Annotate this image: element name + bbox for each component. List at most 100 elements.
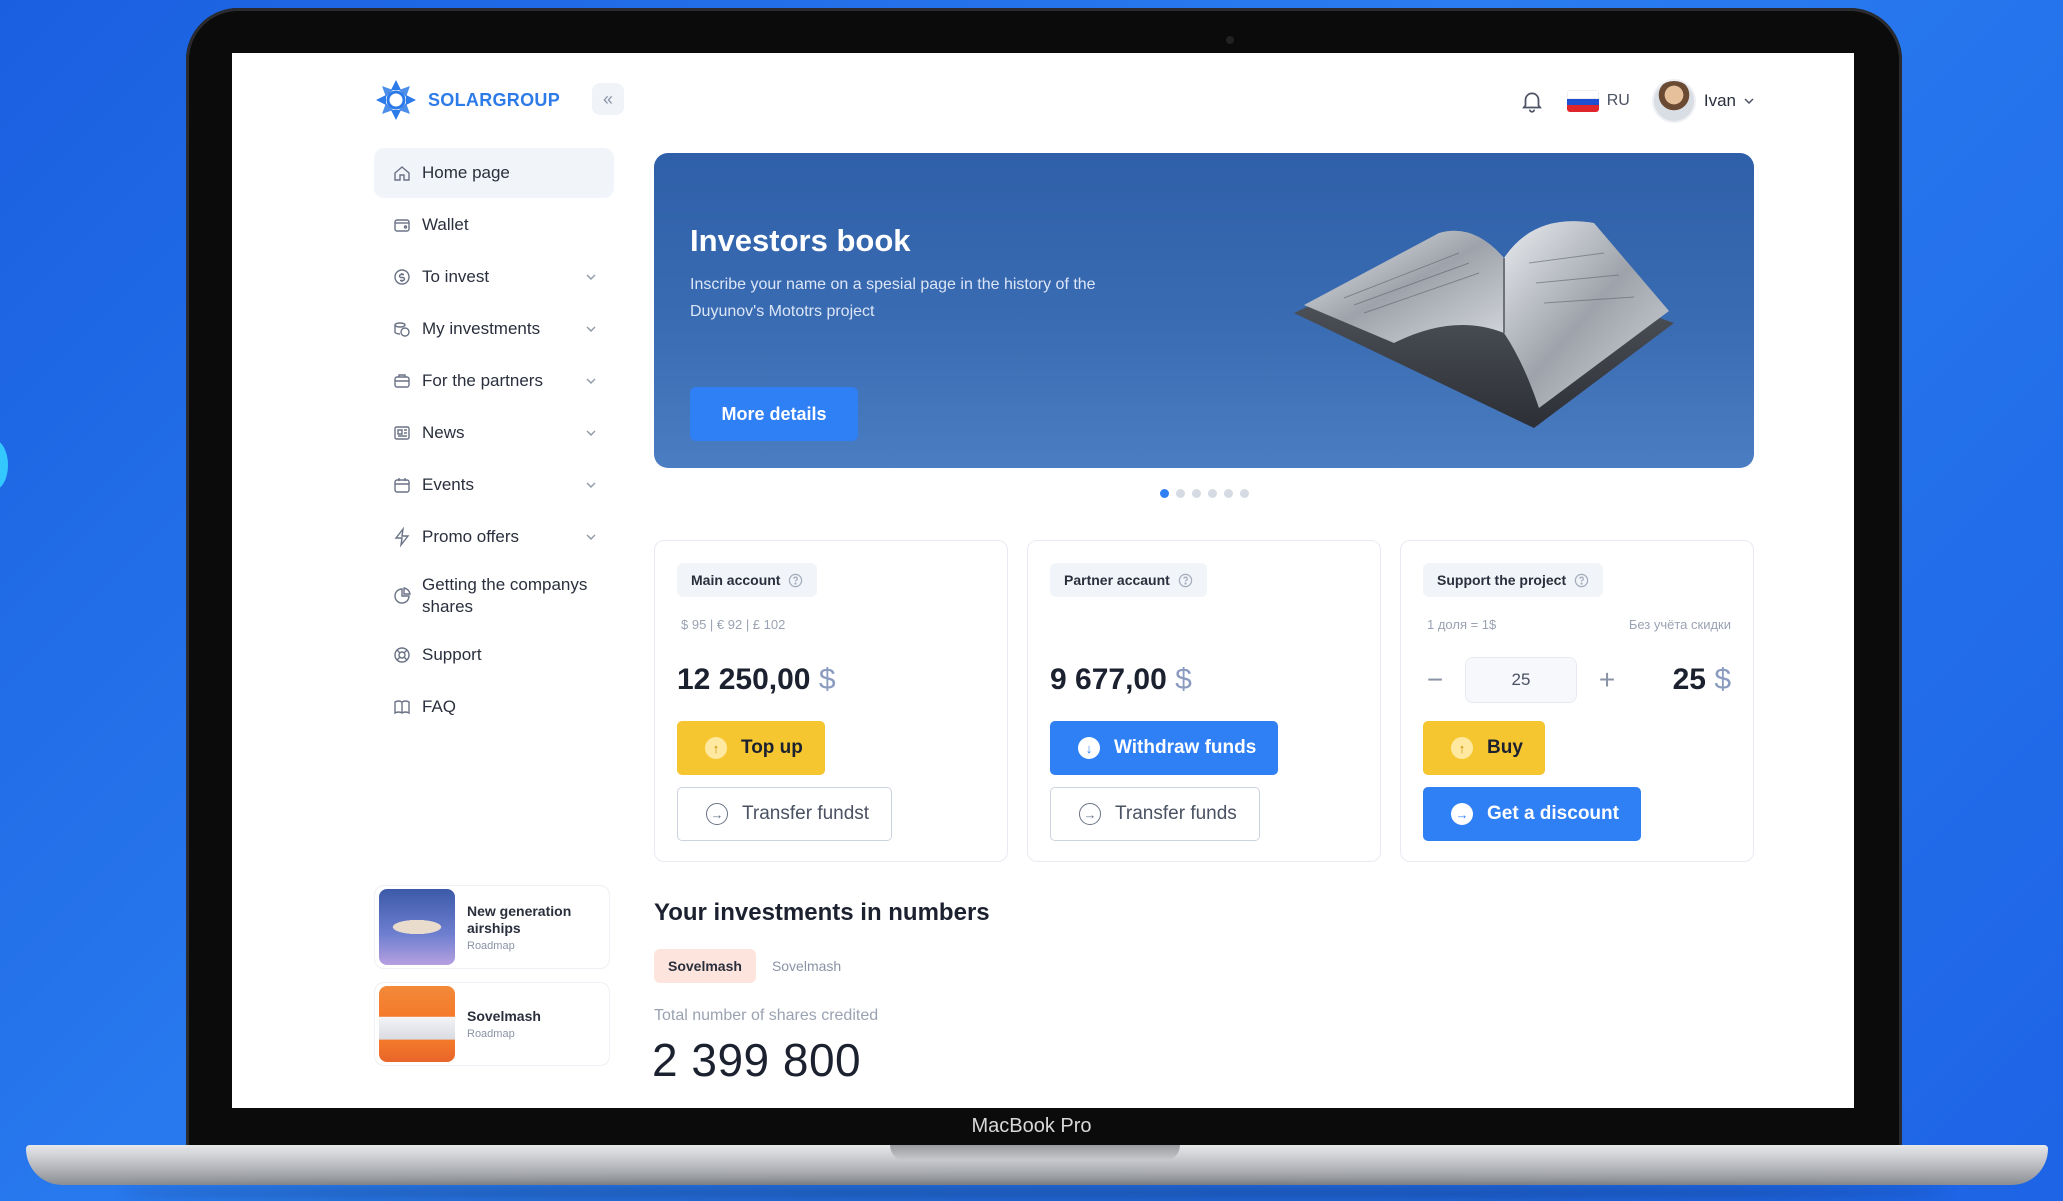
banner-text: Inscribe your name on a spesial page in … [690,276,1096,320]
carousel-dot[interactable] [1240,489,1249,498]
brand-logo[interactable]: SOLARGROUP [374,78,560,122]
sidebar-item-label: Getting the companys shares [422,575,588,616]
collapse-sidebar-button[interactable]: « [592,83,624,115]
carousel-dot[interactable] [1208,489,1217,498]
card-title: Support the project [1437,572,1567,588]
quantity-stepper: − + [1423,657,1619,703]
brand-name: SOLARGROUP [428,89,561,110]
bell-icon[interactable] [1519,88,1545,114]
buy-button[interactable]: ↑ Buy [1423,721,1545,775]
calendar-icon [394,478,410,493]
double-chevron-left-icon: « [602,88,613,109]
main-account-card: Main account $ 95 | € 92 | £ 102 12 250,… [654,540,1008,862]
currency-symbol: $ [1714,663,1731,696]
transfer-funds-button[interactable]: → Transfer funds [1050,787,1260,841]
sidebar-item-label: FAQ [422,697,457,716]
project-title: New generation airships [467,902,572,936]
wallet-icon [394,219,410,232]
arrow-right-icon: → [1451,803,1473,825]
button-label: Get a discount [1487,803,1619,824]
project-card-airships[interactable]: New generation airships Roadmap [374,885,610,969]
main-balance: 12 250,00 $ [677,663,836,697]
carousel-dots [1160,489,1249,498]
project-subtitle: Roadmap [467,939,515,952]
increment-button[interactable]: + [1595,664,1619,696]
chevron-down-icon [586,378,596,384]
sidebar-item-wallet[interactable]: Wallet [374,200,614,250]
sidebar-item-to-invest[interactable]: To invest [374,252,614,302]
device-label: MacBook Pro [971,1115,1092,1137]
project-card-sovelmash[interactable]: Sovelmash Roadmap [374,982,610,1066]
card-title-chip: Support the project [1423,563,1604,597]
transfer-funds-button[interactable]: → Transfer fundst [677,787,893,841]
sun-logo-icon [376,80,416,120]
sidebar-item-getting-the-companys-shares[interactable]: Getting the companys shares [374,564,614,628]
sidebar-item-faq[interactable]: FAQ [374,682,614,732]
chevron-down-icon [586,430,596,436]
question-icon[interactable] [1574,573,1589,588]
top-up-button[interactable]: ↑ Top up [677,721,825,775]
arrow-up-icon: ↑ [705,737,727,759]
coins-stack-icon [394,322,410,337]
get-discount-button[interactable]: → Get a discount [1423,787,1641,841]
total-value: 25 [1672,663,1706,696]
card-title: Main account [691,572,781,588]
carousel-dot[interactable] [1192,489,1201,498]
card-title-chip: Main account [677,563,818,597]
currency-symbol: $ [818,663,836,696]
decrement-button[interactable]: − [1423,664,1447,696]
discount-note: Без учёта скидки [1628,617,1731,632]
arrow-right-icon: → [1079,803,1101,825]
factory-image [379,986,455,1062]
promo-banner: Investors book Inscribe your name on a s… [654,153,1754,468]
sidebar-nav: Home page Wallet To invest My investments Fo… [374,148,614,734]
chevron-down-icon [586,326,596,332]
sidebar-item-news[interactable]: News [374,408,614,458]
investments-title: Your investments in numbers [654,899,990,926]
sidebar-item-events[interactable]: Events [374,460,614,510]
topbar-actions: RU Ivan [1519,79,1754,123]
sidebar-item-label: Events [422,475,474,494]
carousel-dot[interactable] [1160,489,1169,498]
more-details-button[interactable]: More details [690,387,858,441]
arrow-right-icon: → [706,803,728,825]
carousel-dot[interactable] [1224,489,1233,498]
tab-sovelmash-secondary[interactable]: Sovelmash [770,949,843,983]
share-rate: 1 доля = 1$ [1427,617,1497,632]
lightning-icon [394,527,410,547]
tab-sovelmash[interactable]: Sovelmash [654,949,756,983]
button-label: Transfer fundst [742,803,870,824]
pie-chart-icon [394,587,411,604]
question-icon[interactable] [788,573,803,588]
russia-flag-icon [1566,90,1599,112]
card-title: Partner accaunt [1064,572,1170,588]
sidebar-item-label: Support [422,645,482,664]
metric-label: Total number of shares credited [654,1007,879,1024]
sidebar-item-label: Promo offers [422,527,520,546]
background-glow [0,440,8,490]
currency-symbol: $ [1175,663,1192,696]
sidebar-item-support[interactable]: Support [374,630,614,680]
sidebar-item-label: Wallet [422,215,469,234]
question-icon[interactable] [1178,573,1193,588]
sidebar-item-for-the-partners[interactable]: For the partners [374,356,614,406]
sidebar-item-my-investments[interactable]: My investments [374,304,614,354]
language-selector[interactable]: RU [1566,90,1630,112]
chevron-down-icon [586,534,596,540]
sidebar-item-label: Home page [422,163,510,182]
app-screen: SOLARGROUP « RU Ivan Home page Wallet To i… [232,53,1854,1108]
camera-icon [1226,36,1234,44]
chevron-down-icon [586,482,596,488]
briefcase-icon [394,374,410,388]
quantity-input[interactable] [1465,657,1577,703]
support-project-card: Support the project 1 доля = 1$ Без учёт… [1400,540,1754,862]
sidebar-item-home-page[interactable]: Home page [374,148,614,198]
language-code: RU [1606,92,1630,109]
user-menu[interactable]: Ivan [1651,79,1754,123]
user-name: Ivan [1703,91,1736,110]
sidebar-item-label: My investments [422,319,541,338]
sidebar-item-promo-offers[interactable]: Promo offers [374,512,614,562]
carousel-dot[interactable] [1176,489,1185,498]
investments-tabs: Sovelmash Sovelmash [654,949,843,983]
withdraw-funds-button[interactable]: ↓ Withdraw funds [1050,721,1279,775]
